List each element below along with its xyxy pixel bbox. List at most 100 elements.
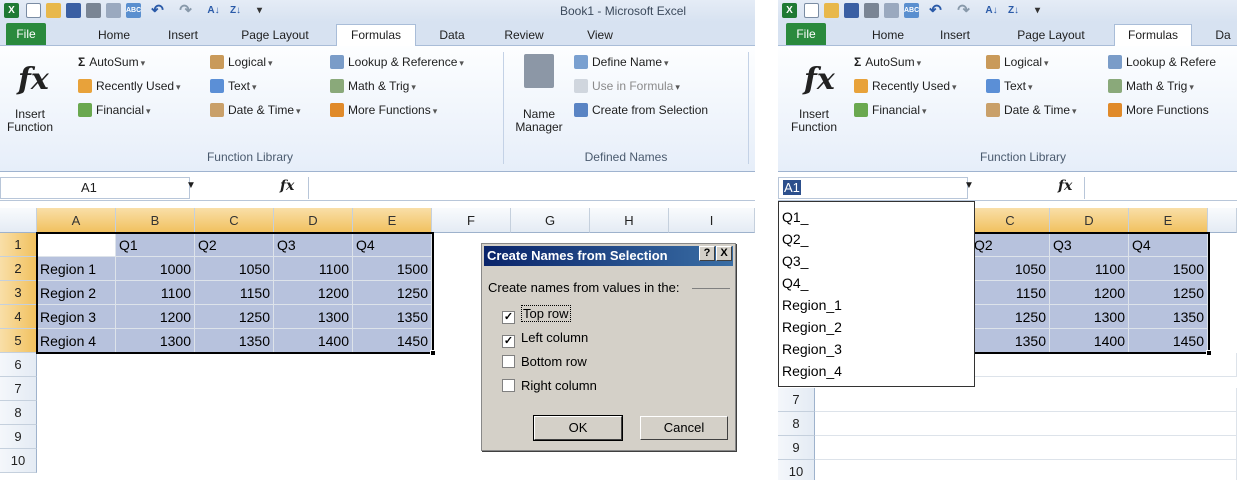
chevron-down-icon[interactable]: ▼ [964,180,974,191]
cell-e1[interactable]: Q4 [353,233,432,257]
open-file-icon[interactable] [824,3,839,18]
cell-d1[interactable]: Q3 [274,233,353,257]
list-item[interactable]: Region_4 [782,360,842,382]
spelling-icon[interactable]: ABC [126,3,141,18]
cell-b1[interactable]: Q1 [116,233,195,257]
sort-descending-icon[interactable]: Z↓ [1006,3,1021,18]
cell-b3[interactable]: 1100 [116,281,195,305]
column-header-g[interactable]: G [511,208,590,233]
column-header-b[interactable]: B [116,208,195,233]
date-time-button[interactable]: Date & Time ▾ [210,100,301,120]
print-preview-icon[interactable] [106,3,121,18]
left-column-checkbox[interactable]: ✓ Left column [502,330,588,348]
define-name-button[interactable]: Define Name ▾ [574,52,669,72]
cell-b1[interactable]: Q2 [971,233,1050,257]
save-icon[interactable] [66,3,81,18]
tab-formulas[interactable]: Formulas [336,24,416,46]
list-item[interactable]: Q1_ [782,206,808,228]
tab-insert[interactable]: Insert [932,25,978,46]
row-header-8[interactable]: 8 [0,401,37,425]
cell-e5[interactable]: 1450 [353,329,432,353]
logical-button[interactable]: Logical ▾ [210,52,273,72]
row-header-6[interactable]: 6 [0,353,37,377]
list-item[interactable]: Region_2 [782,316,842,338]
cell-c2[interactable]: 1050 [971,257,1050,281]
row-header-7[interactable]: 7 [778,388,815,412]
cell-e2[interactable]: 1500 [1129,257,1208,281]
redo-icon[interactable]: ↷ [178,3,193,18]
tab-review[interactable]: Review [498,25,550,46]
right-column-checkbox[interactable]: Right column [502,378,597,394]
math-trig-button[interactable]: Math & Trig ▾ [1108,76,1194,96]
name-manager-icon[interactable] [524,54,554,88]
cell-a2[interactable]: Region 1 [37,257,116,281]
open-file-icon[interactable] [46,3,61,18]
cell-a5[interactable]: Region 4 [37,329,116,353]
redo-icon[interactable]: ↷ [956,3,971,18]
new-file-icon[interactable] [804,3,819,18]
row-header-10[interactable]: 10 [778,460,815,480]
cell-d4[interactable]: 1300 [1050,305,1129,329]
undo-icon[interactable]: ↶ [150,3,165,18]
column-header-f[interactable] [1208,208,1237,233]
ok-button[interactable]: OK [534,416,622,440]
lookup-reference-button[interactable]: Lookup & Reference ▾ [330,52,464,72]
cell-d2[interactable]: 1100 [1050,257,1129,281]
more-functions-button[interactable]: More Functions [1108,100,1209,120]
cell-row7[interactable] [815,388,1237,412]
select-all-corner[interactable] [0,208,37,233]
cell-e5[interactable]: 1450 [1129,329,1208,353]
cell-e3[interactable]: 1250 [353,281,432,305]
close-button[interactable]: X [716,246,732,261]
recently-used-button[interactable]: Recently Used ▾ [78,76,181,96]
cell-b2[interactable]: 1000 [116,257,195,281]
create-from-selection-button[interactable]: Create from Selection [574,100,708,120]
top-row-checkbox[interactable]: ✓ Top row [502,305,571,324]
column-header-a[interactable]: A [37,208,116,233]
tab-page-layout[interactable]: Page Layout [1006,25,1096,46]
tab-insert[interactable]: Insert [160,25,206,46]
cell-c2[interactable]: 1050 [195,257,274,281]
column-header-f[interactable]: F [432,208,511,233]
recently-used-button[interactable]: Recently Used ▾ [854,76,957,96]
cell-d2[interactable]: 1100 [274,257,353,281]
autosum-button[interactable]: Σ AutoSum ▾ [78,52,145,72]
row-header-2[interactable]: 2 [0,257,37,281]
save-icon[interactable] [844,3,859,18]
tab-formulas[interactable]: Formulas [1114,24,1192,46]
tab-home[interactable]: Home [866,25,910,46]
cell-row8[interactable] [815,412,1237,436]
lookup-reference-button[interactable]: Lookup & Refere [1108,52,1216,72]
tab-file[interactable]: File [6,23,46,45]
column-header-e[interactable]: E [1129,208,1208,233]
excel-logo-icon[interactable]: X [4,3,19,18]
text-button[interactable]: Text ▾ [986,76,1033,96]
math-trig-button[interactable]: Math & Trig ▾ [330,76,416,96]
worksheet-grid[interactable]: A B C D E F G H I 1 2 3 4 5 6 7 8 9 10 Q… [0,208,755,480]
cell-row10[interactable] [815,460,1237,480]
cell-a1[interactable] [37,233,116,257]
column-header-d[interactable]: D [1050,208,1129,233]
tab-page-layout[interactable]: Page Layout [230,25,320,46]
column-header-i[interactable]: I [669,208,755,233]
insert-function-button[interactable]: Insert Function [784,108,844,134]
cell-c3[interactable]: 1150 [195,281,274,305]
cell-b4[interactable]: 1200 [116,305,195,329]
cell-e4[interactable]: 1350 [1129,305,1208,329]
cell-e1[interactable]: Q4 [1129,233,1208,257]
more-functions-button[interactable]: More Functions ▾ [330,100,437,120]
date-time-button[interactable]: Date & Time ▾ [986,100,1077,120]
undo-icon[interactable]: ↶ [928,3,943,18]
financial-button[interactable]: Financial ▾ [78,100,151,120]
name-manager-button[interactable]: Name Manager [506,108,572,134]
formula-input[interactable] [1084,177,1237,199]
help-button[interactable]: ? [699,246,715,261]
row-header-5[interactable]: 5 [0,329,37,353]
text-button[interactable]: Text ▾ [210,76,257,96]
cell-d1[interactable]: Q3 [1050,233,1129,257]
cell-d3[interactable]: 1200 [1050,281,1129,305]
cell-c4[interactable]: 1250 [971,305,1050,329]
customize-qat-icon[interactable]: ▾ [252,3,267,18]
tab-home[interactable]: Home [92,25,136,46]
sort-descending-icon[interactable]: Z↓ [228,3,243,18]
